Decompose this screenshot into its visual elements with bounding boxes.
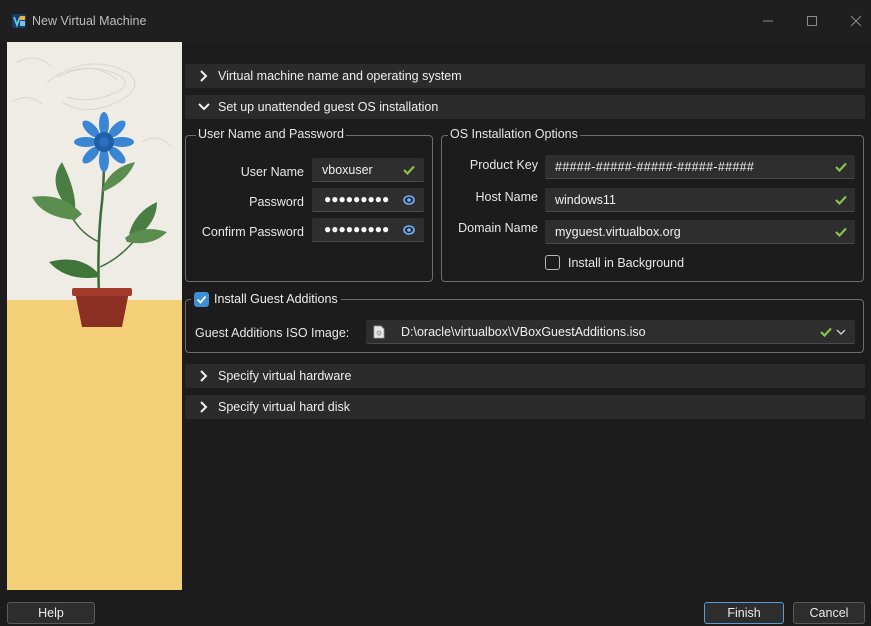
section-unattended-label: Set up unattended guest OS installation [218, 100, 439, 114]
section-harddisk[interactable]: Specify virtual hard disk [185, 395, 865, 419]
maximize-button[interactable] [797, 8, 827, 34]
close-icon [850, 15, 862, 27]
section-harddisk-label: Specify virtual hard disk [218, 400, 351, 414]
chevron-right-icon [200, 401, 208, 413]
section-hardware-label: Specify virtual hardware [218, 369, 352, 383]
domain-name-value: myguest.virtualbox.org [555, 225, 681, 239]
guest-additions-checkbox[interactable] [194, 291, 209, 307]
confirm-password-value: ●●●●●●●●● [324, 222, 390, 236]
install-background-checkbox[interactable] [545, 255, 560, 270]
wizard-illustration [7, 42, 182, 590]
product-key-label: Product Key [469, 158, 538, 172]
iso-image-value: D:\oracle\virtualbox\VBoxGuestAdditions.… [401, 325, 646, 339]
password-label: Password [249, 195, 304, 209]
host-name-field[interactable]: windows11 [545, 188, 855, 212]
check-icon [196, 295, 207, 304]
dropdown-chevron-icon[interactable] [836, 329, 846, 336]
install-background-label[interactable]: Install in Background [568, 256, 684, 270]
window-title: New Virtual Machine [32, 14, 147, 28]
chevron-right-icon [200, 70, 208, 82]
section-unattended[interactable]: Set up unattended guest OS installation [185, 95, 865, 119]
user-password-group-title: User Name and Password [196, 127, 346, 141]
plant-illustration [7, 42, 182, 590]
check-icon [820, 327, 832, 337]
username-label: User Name [240, 165, 304, 179]
host-name-label: Host Name [475, 190, 538, 204]
help-button[interactable]: Help [7, 602, 95, 624]
host-name-value: windows11 [555, 193, 616, 207]
product-key-field[interactable]: #####-#####-#####-#####-##### [545, 155, 855, 179]
guest-additions-header: Install Guest Additions [191, 290, 341, 308]
os-options-group-title: OS Installation Options [448, 127, 580, 141]
minimize-icon [763, 20, 773, 22]
eye-icon[interactable] [402, 224, 416, 236]
guest-additions-label[interactable]: Install Guest Additions [214, 292, 338, 306]
virtualbox-icon [12, 14, 26, 28]
chevron-right-icon [200, 370, 208, 382]
close-button[interactable] [841, 8, 871, 34]
password-value: ●●●●●●●●● [324, 192, 390, 206]
domain-name-field[interactable]: myguest.virtualbox.org [545, 220, 855, 244]
section-name-os[interactable]: Virtual machine name and operating syste… [185, 64, 865, 88]
password-field[interactable]: ●●●●●●●●● [312, 188, 424, 212]
check-icon [835, 195, 847, 205]
product-key-value: #####-#####-#####-#####-##### [555, 160, 755, 174]
username-field[interactable]: vboxuser [312, 158, 424, 182]
section-name-os-label: Virtual machine name and operating syste… [218, 69, 462, 83]
cancel-button[interactable]: Cancel [793, 602, 865, 624]
disc-file-icon [373, 325, 385, 339]
username-value: vboxuser [322, 163, 373, 177]
iso-image-label: Guest Additions ISO Image: [195, 326, 350, 340]
iso-image-selector[interactable]: D:\oracle\virtualbox\VBoxGuestAdditions.… [366, 320, 855, 344]
confirm-password-label: Confirm Password [201, 225, 304, 239]
maximize-icon [807, 16, 817, 26]
section-hardware[interactable]: Specify virtual hardware [185, 364, 865, 388]
minimize-button[interactable] [753, 8, 783, 34]
check-icon [403, 165, 415, 175]
check-icon [835, 162, 847, 172]
domain-name-label: Domain Name [458, 221, 538, 235]
confirm-password-field[interactable]: ●●●●●●●●● [312, 218, 424, 242]
title-bar: New Virtual Machine [0, 0, 871, 42]
finish-button[interactable]: Finish [704, 602, 784, 624]
check-icon [835, 227, 847, 237]
chevron-down-icon [198, 103, 210, 111]
eye-icon[interactable] [402, 194, 416, 206]
